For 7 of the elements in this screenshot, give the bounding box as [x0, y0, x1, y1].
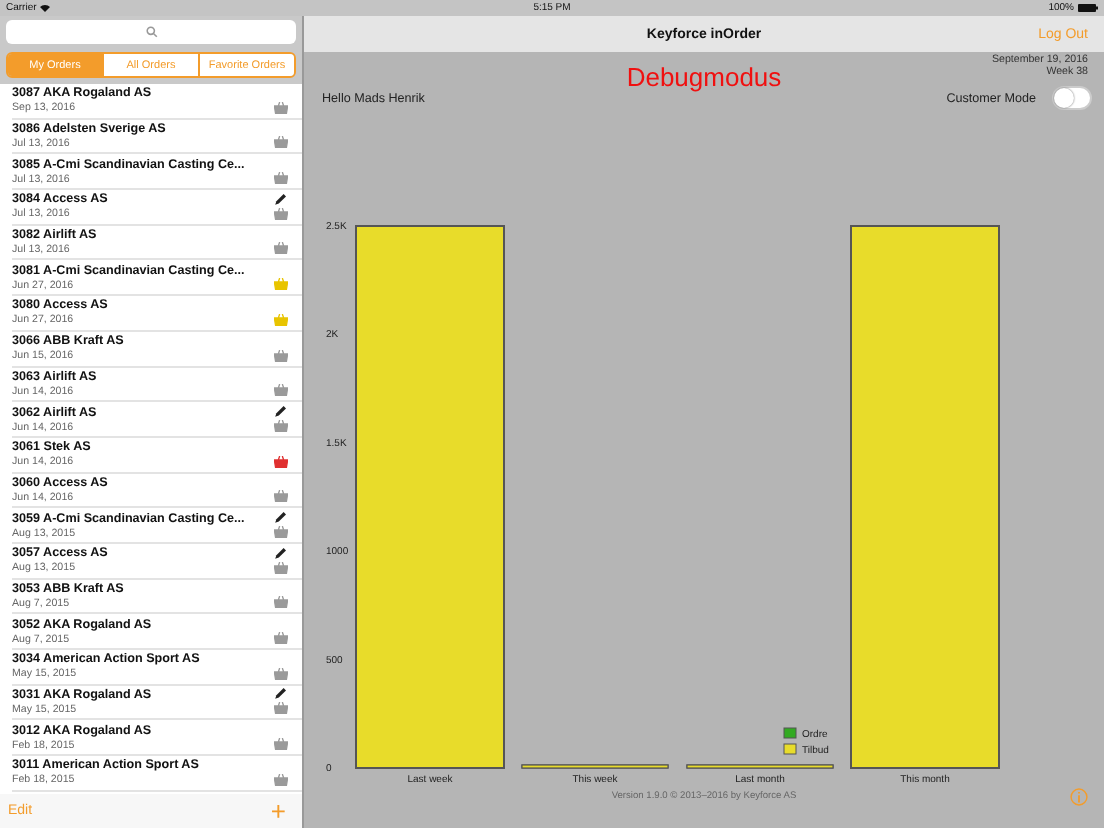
wifi-icon — [40, 4, 51, 12]
customer-mode-switch[interactable] — [1052, 86, 1092, 110]
battery-icon — [1078, 4, 1098, 12]
debug-title: Debugmodus — [626, 62, 782, 92]
info-icon[interactable] — [1070, 788, 1088, 806]
search-icon — [145, 26, 157, 38]
search-field[interactable] — [6, 20, 296, 44]
